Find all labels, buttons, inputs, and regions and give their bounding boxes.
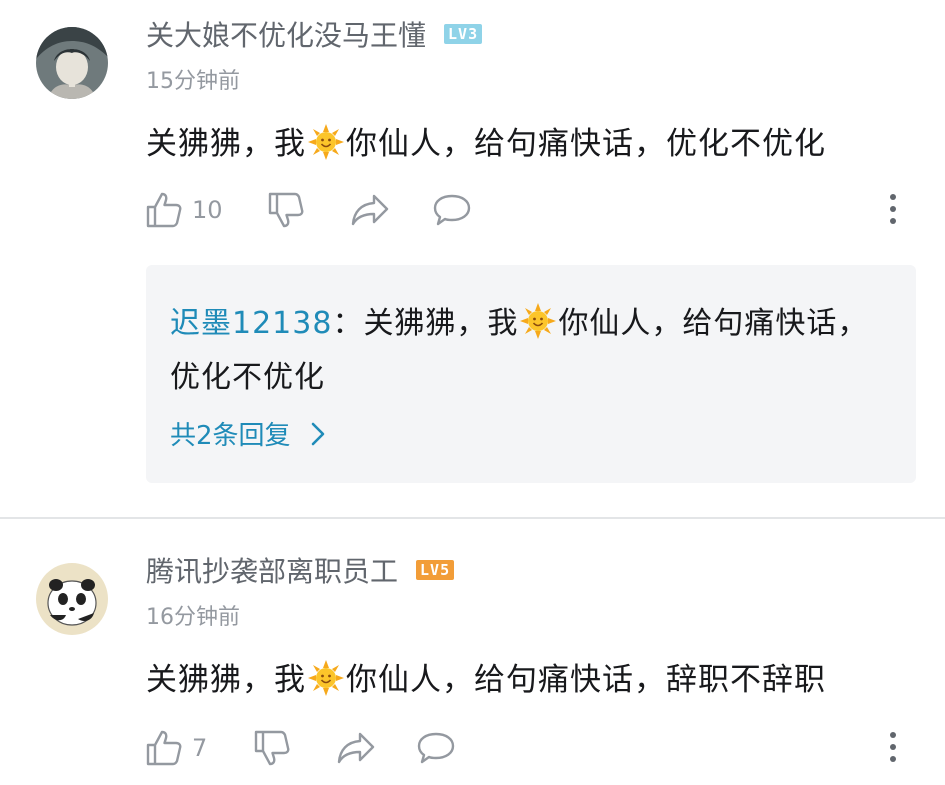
reply-button[interactable] [432,190,472,230]
comment-time: 16分钟前 [146,605,240,630]
username[interactable]: 关大娘不优化没马王懂 LV3 [146,14,483,54]
more-options-button[interactable] [888,194,898,230]
sun-emoji-icon [520,303,557,339]
dislike-button[interactable] [254,728,290,768]
divider [0,517,945,519]
comment-content: 关狒狒，我 你仙人，给句痛快话，辞职不辞职 [146,654,826,699]
reply-separator: ： [332,306,364,341]
reply-text: 迟墨12138：关狒狒，我 你仙人，给句痛快话，优化不优化 [170,297,890,405]
share-icon [351,194,389,226]
like-button[interactable]: 7 [146,728,207,768]
level-badge: LV3 [444,24,483,44]
more-vertical-icon [890,194,896,200]
share-icon [337,732,375,764]
comment-text-part1: 关狒狒，我 [146,662,306,698]
like-button[interactable]: 10 [146,190,223,230]
comment-text-part2: 你仙人，给句痛快话，辞职不辞职 [346,662,826,698]
reply-author[interactable]: 迟墨12138 [170,306,332,341]
comment-item: 关大娘不优化没马王懂 LV3 15分钟前 关狒狒，我 你仙人，给句痛快话，优化不优… [0,0,945,520]
sun-emoji-icon [308,660,344,696]
comment-icon [433,194,471,226]
view-replies-label[interactable]: 共2条回复 [170,415,291,452]
comment-text-part2: 你仙人，给句痛快话，优化不优化 [346,126,826,162]
level-badge: LV5 [416,560,455,580]
dislike-button[interactable] [268,190,304,230]
view-replies-link[interactable]: 共2条回复 [170,415,329,452]
comment-content: 关狒狒，我 你仙人，给句痛快话，优化不优化 [146,118,826,163]
comment-time: 15分钟前 [146,69,240,94]
share-button[interactable] [350,190,390,230]
avatar[interactable] [36,563,108,635]
thumbs-up-icon [146,192,182,228]
sun-emoji-icon [308,124,344,160]
username[interactable]: 腾讯抄袭部离职员工 LV5 [146,550,455,590]
username-text[interactable]: 腾讯抄袭部离职员工 [146,555,398,588]
share-button[interactable] [336,728,376,768]
more-vertical-icon [890,732,896,738]
more-options-button[interactable] [888,732,898,768]
reply-text-part1: 关狒狒，我 [363,306,519,341]
comment-actions: 7 [146,728,906,768]
like-count: 7 [192,734,208,762]
chevron-right-icon [311,422,324,445]
comment-text-part1: 关狒狒，我 [146,126,306,162]
thumbs-down-icon [268,192,304,228]
comment-item: 腾讯抄袭部离职员工 LV5 16分钟前 关狒狒，我 你仙人，给句痛快话，辞职不辞职… [0,520,945,785]
avatar[interactable] [36,27,108,99]
thumbs-down-icon [254,730,290,766]
reply-button[interactable] [416,728,456,768]
thumbs-up-icon [146,730,182,766]
comment-icon [417,732,455,764]
comment-actions: 10 [146,190,906,230]
username-text[interactable]: 关大娘不优化没马王懂 [146,19,426,52]
reply-preview[interactable]: 迟墨12138：关狒狒，我 你仙人，给句痛快话，优化不优化 共2条回复 [146,265,916,483]
like-count: 10 [192,196,223,224]
